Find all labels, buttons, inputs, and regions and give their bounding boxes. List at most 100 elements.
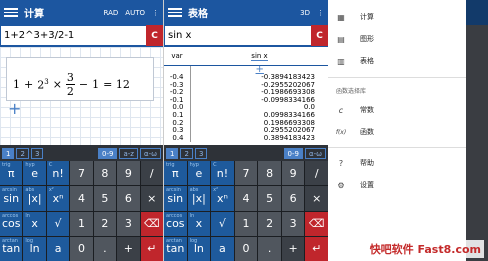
calc-title: 计算 xyxy=(24,9,44,20)
key-7[interactable]: 7 xyxy=(70,161,93,186)
tab-2[interactable]: 2 xyxy=(180,147,193,159)
key-e[interactable]: hyp e xyxy=(187,161,211,186)
key-7[interactable]: 7 xyxy=(234,161,258,186)
table-clear-button[interactable]: C xyxy=(311,25,328,46)
key-5[interactable]: 5 xyxy=(93,186,117,211)
key-divide[interactable]: / xyxy=(140,161,163,186)
key-power[interactable]: x² xⁿ xyxy=(211,186,234,211)
rendered-expression: 1 + 23 × 32 − 1 = 12 xyxy=(13,71,130,98)
term-last: 1 xyxy=(92,78,100,91)
key-sin[interactable]: arcsin sin xyxy=(164,186,187,211)
c-icon: c xyxy=(338,105,344,115)
key-5[interactable]: 5 xyxy=(258,186,281,211)
enter-icon[interactable]: ↵ xyxy=(140,236,163,261)
key-tan[interactable]: arctan tan xyxy=(164,236,187,261)
key-divide[interactable]: / xyxy=(305,161,328,186)
key-multiply[interactable]: × xyxy=(140,186,163,211)
key-9[interactable]: 9 xyxy=(281,161,305,186)
table-appbar: 表格 3D ⋮ xyxy=(164,0,328,25)
key-8[interactable]: 8 xyxy=(258,161,281,186)
key-sqrt[interactable]: √ xyxy=(46,211,70,236)
key-e[interactable]: hyp e xyxy=(23,161,46,186)
drawer-item-label: 函数 xyxy=(360,128,374,136)
drawer-item-table[interactable]: ▥ 表格 xyxy=(328,50,466,72)
key-pi[interactable]: trig π xyxy=(0,161,23,186)
result: = 12 xyxy=(103,78,130,91)
key-4[interactable]: 4 xyxy=(234,186,258,211)
key-1[interactable]: 1 xyxy=(70,211,93,236)
drawer-item-settings[interactable]: ⚙ 设置 xyxy=(328,174,466,196)
tab-greek[interactable]: α-ω xyxy=(139,147,161,159)
tab-2[interactable]: 2 xyxy=(16,147,29,159)
key-tan[interactable]: arctan tan xyxy=(0,236,23,261)
key-3[interactable]: 3 xyxy=(117,211,140,236)
key-abs[interactable]: abs |x| xyxy=(187,186,211,211)
key-cos[interactable]: arccos cos xyxy=(164,211,187,236)
menu-icon[interactable] xyxy=(4,8,18,17)
key-cos[interactable]: arccos cos xyxy=(0,211,23,236)
table-input-row: sin x C xyxy=(164,25,328,47)
tab-greek[interactable]: α-ω xyxy=(304,147,326,159)
key-power[interactable]: x² xⁿ xyxy=(46,186,70,211)
tab-3[interactable]: 3 xyxy=(194,147,208,159)
calc-input[interactable]: 1+2^3+3/2-1 xyxy=(0,25,146,46)
key-8[interactable]: 8 xyxy=(93,161,117,186)
drawer-item-constants[interactable]: c 常数 xyxy=(328,99,466,121)
drawer-item-calc[interactable]: ▦ 计算 xyxy=(328,6,466,28)
tab-1[interactable]: 1 xyxy=(2,147,15,159)
enter-icon[interactable]: ↵ xyxy=(305,236,328,261)
backspace-icon[interactable]: ⌫ xyxy=(140,211,163,236)
table-row[interactable]: 0.4 0.3894183423 xyxy=(164,134,328,143)
key-dot[interactable]: . xyxy=(258,236,281,261)
backspace-icon[interactable]: ⌫ xyxy=(305,211,328,236)
key-factorial[interactable]: Cn! xyxy=(46,161,70,186)
key-x[interactable]: ln x xyxy=(23,211,46,236)
key-multiply[interactable]: × xyxy=(305,186,328,211)
key-1[interactable]: 1 xyxy=(234,211,258,236)
tab-digits[interactable]: 0-9 xyxy=(98,147,118,159)
tab-1[interactable]: 1 xyxy=(166,147,179,159)
table-input[interactable]: sin x xyxy=(164,25,311,46)
key-x[interactable]: ln x xyxy=(187,211,211,236)
key-a[interactable]: a xyxy=(211,236,234,261)
key-ln[interactable]: log ln xyxy=(23,236,46,261)
key-pi[interactable]: trig π xyxy=(164,161,187,186)
key-ln[interactable]: log ln xyxy=(187,236,211,261)
key-6[interactable]: 6 xyxy=(117,186,140,211)
key-abs[interactable]: abs |x| xyxy=(23,186,46,211)
expression-box[interactable]: 1 + 23 × 32 − 1 = 12 xyxy=(6,57,154,101)
key-3[interactable]: 3 xyxy=(281,211,305,236)
more-icon[interactable]: ⋮ xyxy=(152,9,159,17)
add-expression-button[interactable]: + xyxy=(8,99,21,118)
key-factorial[interactable]: Cn! xyxy=(211,161,234,186)
more-icon[interactable]: ⋮ xyxy=(317,9,324,17)
menu-icon[interactable] xyxy=(168,8,182,17)
key-plus[interactable]: + xyxy=(281,236,305,261)
drawer-item-help[interactable]: ? 帮助 xyxy=(328,152,466,174)
auto-toggle[interactable]: AUTO xyxy=(125,9,145,17)
key-sin[interactable]: arcsin sin xyxy=(0,186,23,211)
key-plus[interactable]: + xyxy=(117,236,140,261)
tab-3[interactable]: 3 xyxy=(30,147,44,159)
col-function[interactable]: sin x xyxy=(190,47,328,66)
key-0[interactable]: 0 xyxy=(70,236,93,261)
tab-letters[interactable]: a-z xyxy=(119,147,138,159)
tab-digits[interactable]: 0-9 xyxy=(283,147,303,159)
drawer-item-graph[interactable]: ▤ 图形 xyxy=(328,28,466,50)
key-4[interactable]: 4 xyxy=(70,186,93,211)
key-9[interactable]: 9 xyxy=(117,161,140,186)
calc-clear-button[interactable]: C xyxy=(146,25,163,46)
table-body: -0.4 -0.3894183423 -0.3 -0.2955202067 -0.2 -0… xyxy=(164,73,328,143)
table-icon: ▥ xyxy=(337,56,345,66)
view-3d-toggle[interactable]: 3D xyxy=(300,9,310,17)
key-sqrt[interactable]: √ xyxy=(211,211,234,236)
key-0[interactable]: 0 xyxy=(234,236,258,261)
key-dot[interactable]: . xyxy=(93,236,117,261)
drawer-item-functions[interactable]: f(x) 函数 xyxy=(328,121,466,143)
key-2[interactable]: 2 xyxy=(93,211,117,236)
key-2[interactable]: 2 xyxy=(258,211,281,236)
key-a[interactable]: a xyxy=(46,236,70,261)
drawer-item-label: 表格 xyxy=(360,57,374,65)
rad-toggle[interactable]: RAD xyxy=(104,9,119,17)
key-6[interactable]: 6 xyxy=(281,186,305,211)
